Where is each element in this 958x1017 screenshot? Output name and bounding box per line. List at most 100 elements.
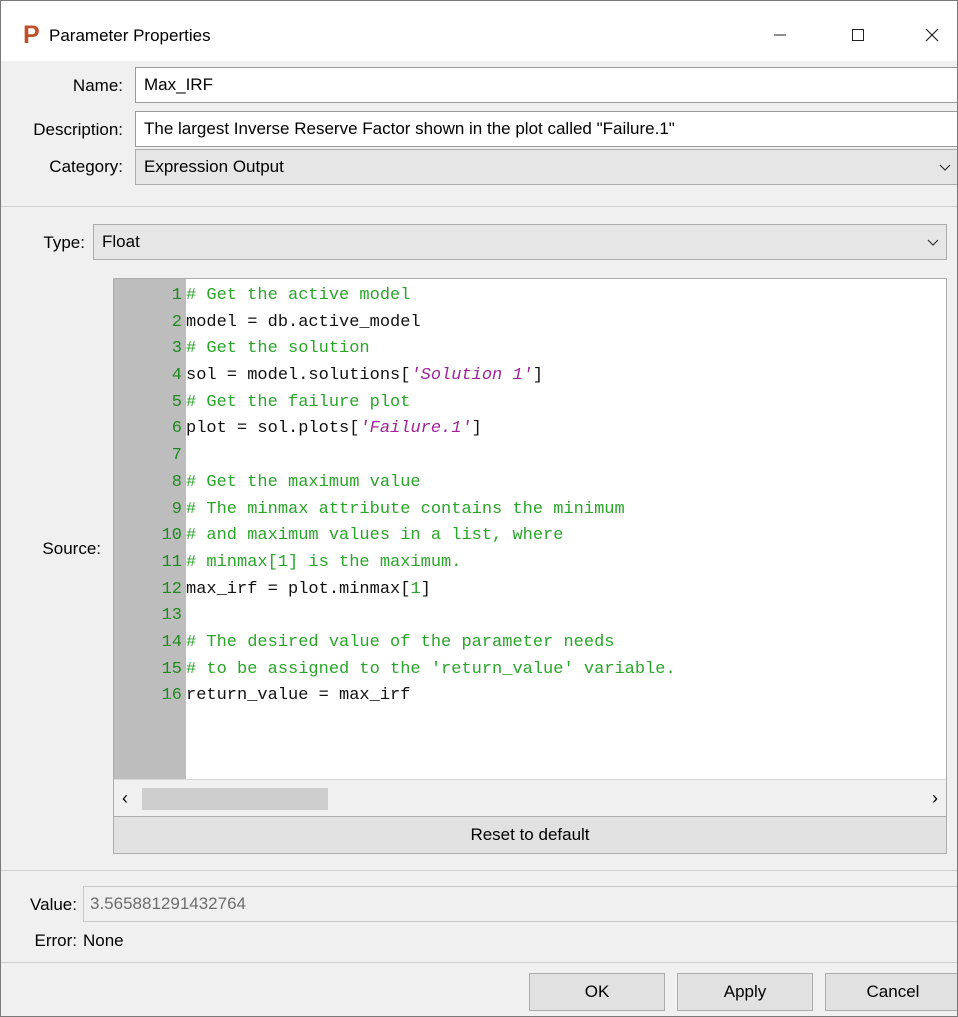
code-token: 1 — [410, 579, 421, 599]
code-token: ] — [532, 366, 544, 386]
code-token: # minmax[1] is the maximum. — [186, 552, 462, 572]
code-text: # to be assigned to the 'return_value' v… — [186, 657, 676, 684]
code-token: # Get the active model — [186, 286, 411, 305]
maximize-button[interactable] — [835, 15, 881, 55]
app-logo-icon: P — [23, 21, 40, 49]
name-label: Name: — [72, 76, 123, 95]
code-token: # Get the failure plot — [186, 392, 411, 412]
line-number: 2 — [171, 312, 182, 332]
code-token: 'Solution 1' — [410, 366, 533, 386]
line-number: 15 — [161, 659, 182, 679]
line-number: 16 — [161, 686, 182, 706]
code-text: # Get the maximum value — [186, 470, 421, 497]
minimize-icon — [774, 34, 786, 36]
chevron-down-icon — [927, 239, 939, 246]
code-text: # and maximum values in a list, where — [186, 523, 563, 550]
code-line: 15 # to be assigned to the 'return_value'… — [114, 657, 946, 684]
code-token: # Get the solution — [186, 339, 370, 359]
chevron-down-icon — [939, 164, 951, 171]
close-icon — [925, 28, 939, 42]
type-dropdown[interactable]: Float — [93, 224, 947, 260]
code-token: 'Failure.1' — [359, 419, 472, 439]
value-readonly-field: 3.565881291432764 — [83, 886, 957, 922]
reset-to-default-button[interactable]: Reset to default — [113, 816, 947, 854]
type-label: Type: — [43, 233, 85, 252]
scroll-left-arrow-icon[interactable]: ‹ — [122, 788, 128, 809]
code-line: 8 # Get the maximum value — [114, 470, 946, 497]
code-line: 7 — [114, 443, 946, 470]
code-line: 4 sol = model.solutions['Solution 1'] — [114, 363, 946, 390]
scroll-right-arrow-icon[interactable]: › — [932, 788, 938, 809]
window-title: Parameter Properties — [49, 26, 211, 45]
code-line: 3 # Get the solution — [114, 336, 946, 363]
code-line: 14 # The desired value of the parameter n… — [114, 630, 946, 657]
line-number: 9 — [171, 499, 182, 519]
cancel-button[interactable]: Cancel — [825, 973, 957, 1011]
result-panel: Value: 3.565881291432764 Error: None OK … — [1, 872, 957, 1016]
code-text: # The desired value of the parameter nee… — [186, 630, 614, 657]
category-label: Category: — [49, 157, 123, 176]
error-label: Error: — [34, 931, 78, 950]
horizontal-scrollbar[interactable]: ‹ › — [114, 779, 946, 817]
code-text: # Get the active model — [186, 283, 410, 310]
value-label: Value: — [30, 895, 77, 914]
minimize-button[interactable] — [757, 15, 803, 55]
code-text: sol = model.solutions['Solution 1'] — [186, 363, 543, 390]
source-label: Source: — [42, 539, 101, 558]
close-button[interactable] — [909, 15, 955, 55]
type-value: Float — [102, 232, 140, 251]
code-token: ] — [420, 579, 431, 599]
code-line: 5 # Get the failure plot — [114, 390, 946, 417]
line-number: 13 — [161, 606, 182, 626]
code-text: # Get the solution — [186, 336, 370, 363]
code-text: plot = sol.plots['Failure.1'] — [186, 416, 482, 443]
code-lines: 1 # Get the active model 2 model = db.activ… — [114, 283, 946, 710]
line-number: 8 — [171, 472, 182, 492]
code-text: # The minmax attribute contains the mini… — [186, 497, 625, 524]
code-token: plot = sol.plots[ — [186, 419, 360, 439]
category-value: Expression Output — [144, 157, 284, 176]
code-token: # The minmax attribute contains the mini… — [186, 499, 625, 519]
category-dropdown[interactable]: Expression Output — [135, 149, 957, 185]
code-text: # minmax[1] is the maximum. — [186, 550, 461, 577]
description-input[interactable]: The largest Inverse Reserve Factor shown… — [135, 111, 957, 147]
code-line: 10 # and maximum values in a list, where — [114, 523, 946, 550]
divider — [1, 962, 957, 963]
code-line: 9 # The minmax attribute contains the min… — [114, 497, 946, 524]
line-number: 5 — [171, 392, 182, 412]
line-number: 4 — [171, 366, 182, 386]
code-line: 6 plot = sol.plots['Failure.1'] — [114, 416, 946, 443]
code-line: 2 model = db.active_model — [114, 310, 946, 337]
code-text: max_irf = plot.minmax[1] — [186, 577, 431, 604]
line-number: 3 — [171, 339, 182, 359]
code-token: # Get the maximum value — [186, 472, 421, 492]
description-label: Description: — [33, 120, 123, 139]
code-token: return_value = max_irf — [186, 686, 411, 706]
code-token: model = db.active_model — [186, 312, 421, 332]
code-text: return_value = max_irf — [186, 683, 410, 710]
line-number: 11 — [161, 552, 182, 572]
source-code-editor[interactable]: 1 # Get the active model 2 model = db.activ… — [113, 278, 947, 818]
code-token: sol = model.solutions[ — [186, 366, 411, 386]
code-line: 11 # minmax[1] is the maximum. — [114, 550, 946, 577]
code-line: 13 — [114, 603, 946, 630]
code-text: # Get the failure plot — [186, 390, 410, 417]
code-token: # to be assigned to the 'return_value' v… — [186, 659, 676, 679]
line-number: 7 — [171, 446, 182, 466]
code-token: ] — [471, 419, 482, 439]
code-token: max_irf = plot.minmax[ — [186, 579, 411, 599]
code-line: 12 max_irf = plot.minmax[1] — [114, 577, 946, 604]
code-line: 1 # Get the active model — [114, 283, 946, 310]
code-token: # and maximum values in a list, where — [186, 526, 564, 546]
apply-button[interactable]: Apply — [677, 973, 813, 1011]
scrollbar-thumb[interactable] — [142, 788, 328, 810]
general-fields-panel: Name: Max_IRF Description: The largest I… — [1, 61, 957, 207]
code-token: # The desired value of the parameter nee… — [186, 632, 615, 652]
line-number: 6 — [171, 419, 182, 439]
name-input[interactable]: Max_IRF — [135, 67, 957, 103]
ok-button[interactable]: OK — [529, 973, 665, 1011]
maximize-icon — [852, 29, 864, 41]
code-text: model = db.active_model — [186, 310, 421, 337]
code-line: 16 return_value = max_irf — [114, 683, 946, 710]
line-number: 1 — [171, 286, 182, 305]
